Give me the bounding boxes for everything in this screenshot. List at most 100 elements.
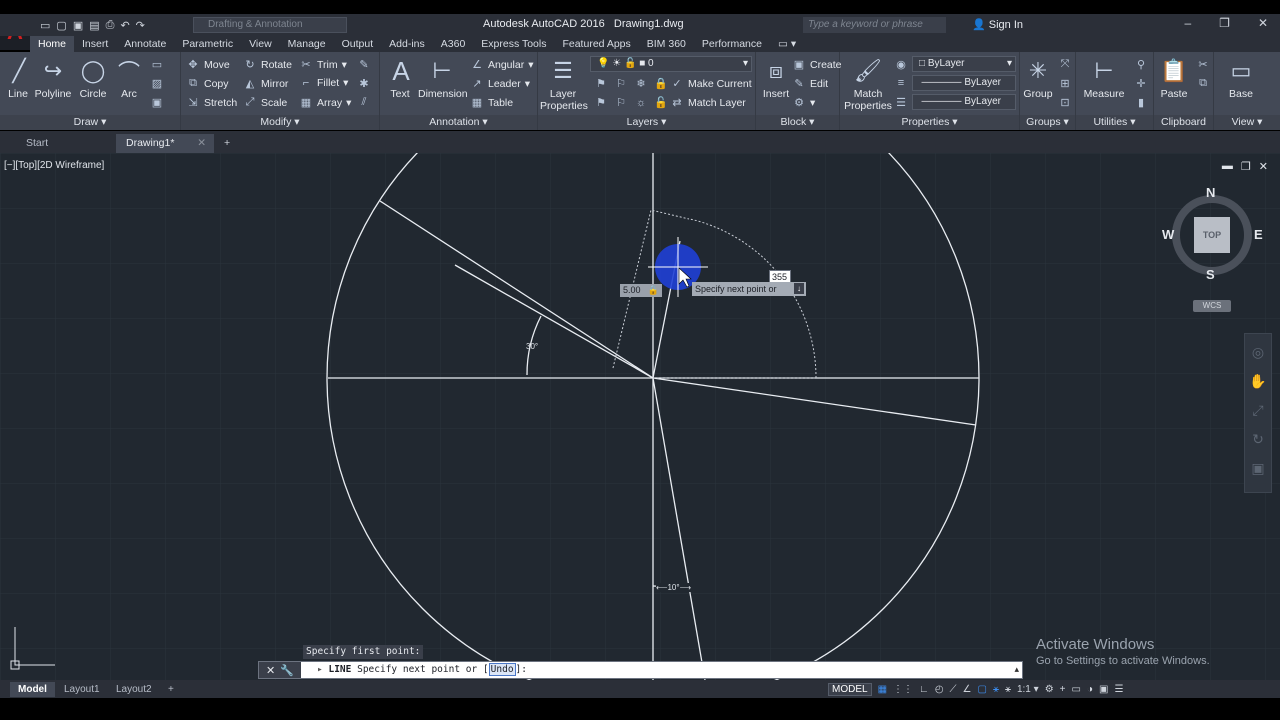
search-input[interactable]: Type a keyword or phrase (803, 17, 946, 33)
copy-button[interactable]: ⧉ Copy (186, 77, 228, 90)
print-icon[interactable]: ⎙ (106, 19, 115, 32)
leader-button[interactable]: ↗ Leader ▾ (470, 77, 530, 91)
layer-isolate-icon[interactable]: ⚐ (614, 77, 628, 90)
close-tab-icon[interactable]: ✕ (197, 134, 206, 153)
rectangle-button[interactable]: ▭ (150, 58, 164, 71)
object-snap-icon[interactable]: ▢ (978, 684, 987, 695)
distance-input[interactable]: 5.00 🔒 (620, 284, 662, 297)
groups-panel-title[interactable]: Groups ▾ (1020, 115, 1075, 130)
table-button[interactable]: ▦ Table (470, 96, 513, 110)
lineweight-dropdown[interactable]: ―――― ByLayer (912, 94, 1016, 110)
undo-option[interactable]: Undo (488, 663, 516, 676)
pan-icon[interactable]: ✋ (1249, 373, 1266, 390)
ribbon-tab-a360[interactable]: A360 (433, 36, 474, 52)
insert-button[interactable]: ⧈ Insert (760, 56, 792, 100)
layer-properties-button[interactable]: ☰ Layer Properties (540, 56, 588, 112)
layer-unlock-icon[interactable]: 🔓 (654, 96, 668, 109)
fillet-button[interactable]: ⌐ Fillet ▾ (299, 77, 349, 89)
layer-off-icon[interactable]: ⚑ (594, 77, 608, 90)
cut-icon[interactable]: ✂ (1196, 58, 1210, 71)
workspace-dropdown[interactable]: Drafting & Annotation (193, 17, 347, 33)
angular-button[interactable]: ∠ Angular ▾ (470, 58, 533, 72)
compass-west[interactable]: W (1162, 227, 1174, 242)
redo-icon[interactable]: ↷ (136, 19, 145, 32)
viewcube-top-face[interactable]: TOP (1194, 217, 1230, 253)
new-tab-button[interactable]: + (218, 134, 240, 153)
annotation-panel-title[interactable]: Annotation ▾ (380, 115, 537, 130)
group-select-icon[interactable]: ⊡ (1058, 96, 1072, 109)
arc-button[interactable]: ⌒ Arc (114, 56, 144, 100)
drawing-tab[interactable]: Drawing1* ✕ (116, 134, 214, 153)
ribbon-options-icon[interactable]: ▭ ▾ (770, 36, 804, 52)
ungroup-icon[interactable]: ⤧ (1058, 58, 1072, 71)
polar-tracking-icon[interactable]: ◴ (935, 684, 944, 695)
layout2-tab[interactable]: Layout2 (108, 682, 160, 697)
viewport-minimize-icon[interactable]: ▬ (1222, 160, 1233, 173)
modify-panel-title[interactable]: Modify ▾ (181, 115, 379, 130)
ribbon-tab-output[interactable]: Output (334, 36, 382, 52)
layer-on-icon[interactable]: ⚑ (594, 96, 608, 109)
erase-button[interactable]: ✎ (357, 58, 371, 71)
minimize-icon[interactable]: – (1184, 16, 1191, 30)
steering-wheel-icon[interactable]: ◎ (1252, 344, 1264, 361)
text-button[interactable]: A Text (386, 56, 414, 101)
linetype-dropdown[interactable]: ―――― ByLayer (912, 75, 1016, 91)
block-attributes-button[interactable]: ⚙ ▾ (792, 96, 815, 110)
group-button[interactable]: ✳ Group (1022, 56, 1054, 100)
measure-button[interactable]: ⊢ Measure (1080, 56, 1128, 100)
ribbon-tab-bim-360[interactable]: BIM 360 (639, 36, 694, 52)
new-icon[interactable]: ▭ (40, 19, 50, 32)
circle-button[interactable]: ◯ Circle (76, 56, 110, 100)
calculator-icon[interactable]: ▮ (1134, 96, 1148, 109)
ribbon-tab-home[interactable]: Home (30, 36, 75, 52)
clean-screen-icon[interactable]: ▣ (1099, 684, 1108, 695)
viewport-controls-label[interactable]: [−][Top][2D Wireframe] (4, 160, 104, 171)
scale-button[interactable]: ⤢ Scale (243, 96, 288, 109)
create-block-button[interactable]: ▣ Create (792, 58, 842, 72)
start-tab[interactable]: Start (16, 134, 116, 153)
command-prompt[interactable]: ▸ LINE Specify next point or [Undo]: (317, 663, 527, 676)
line-button[interactable]: ╱ Line (4, 56, 32, 100)
save-icon[interactable]: ▣ (73, 19, 83, 32)
base-button[interactable]: ▭ Base (1224, 56, 1258, 100)
properties-panel-title[interactable]: Properties ▾ (840, 115, 1019, 130)
undo-icon[interactable]: ↶ (120, 19, 129, 32)
group-edit-icon[interactable]: ⊞ (1058, 77, 1072, 90)
quick-select-icon[interactable]: ⚲ (1134, 58, 1148, 71)
workspace-switch-icon[interactable]: ⚙ (1045, 684, 1054, 695)
hatch-button[interactable]: ▨ (150, 77, 164, 90)
showmotion-icon[interactable]: ▣ (1251, 460, 1264, 477)
id-point-icon[interactable]: ✛ (1134, 77, 1148, 90)
close-command-icon[interactable]: ✕ (266, 664, 275, 677)
paste-button[interactable]: 📋 Paste (1158, 56, 1190, 100)
compass-south[interactable]: S (1206, 267, 1215, 282)
ribbon-tab-parametric[interactable]: Parametric (174, 36, 241, 52)
rotate-button[interactable]: ↻ Rotate (243, 58, 292, 72)
match-properties-button[interactable]: 🖌 Match Properties (844, 56, 892, 112)
command-history-toggle-icon[interactable]: ▴ (1014, 664, 1019, 675)
match-layer-button[interactable]: ⇄ Match Layer (670, 96, 745, 110)
ribbon-tab-featured-apps[interactable]: Featured Apps (554, 36, 638, 52)
trim-button[interactable]: ✂ Trim ▾ (299, 58, 347, 72)
maximize-icon[interactable]: ❐ (1219, 16, 1230, 30)
sign-in-button[interactable]: 👤 Sign In (972, 18, 1023, 31)
close-icon[interactable]: ✕ (1258, 16, 1268, 30)
layers-panel-title[interactable]: Layers ▾ (538, 115, 755, 130)
annotation-visibility-icon[interactable]: ⚹ (993, 684, 999, 695)
isolate-objects-icon[interactable]: ◑ (1087, 684, 1093, 695)
customize-wrench-icon[interactable]: 🔧 (280, 664, 294, 677)
view-panel-title[interactable]: View ▾ (1214, 115, 1280, 130)
ribbon-tab-manage[interactable]: Manage (280, 36, 334, 52)
boundary-button[interactable]: ▣ (150, 96, 164, 109)
compass-north[interactable]: N (1206, 185, 1215, 200)
autoscale-icon[interactable]: ⚹ (1005, 684, 1011, 695)
ribbon-tab-view[interactable]: View (241, 36, 280, 52)
quick-properties-icon[interactable]: ▭ (1072, 684, 1081, 695)
ribbon-tab-annotate[interactable]: Annotate (116, 36, 174, 52)
model-tab[interactable]: Model (10, 682, 55, 697)
block-panel-title[interactable]: Block ▾ (756, 115, 839, 130)
offset-button[interactable]: ⫽ (357, 96, 371, 109)
color-dropdown[interactable]: □ ByLayer ▾ (912, 56, 1016, 72)
viewport-close-icon[interactable]: ✕ (1259, 160, 1268, 173)
open-icon[interactable]: ▢ (56, 19, 66, 32)
